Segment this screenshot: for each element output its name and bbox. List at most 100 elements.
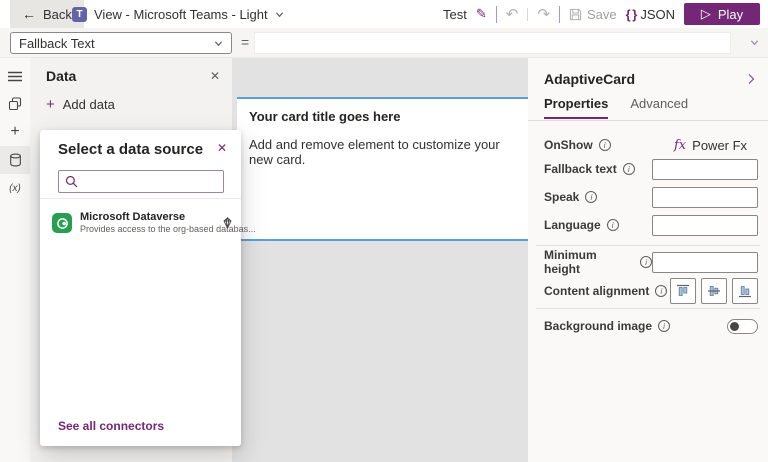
tree-view-button[interactable] (0, 90, 30, 118)
divider (40, 198, 241, 199)
info-icon[interactable]: i (585, 191, 597, 203)
card-title-text: Your card title goes here (249, 109, 516, 124)
chevron-down-icon (214, 39, 223, 48)
minimum-height-label: Minimum height (544, 248, 634, 276)
design-canvas: Your card title goes here Add and remove… (232, 58, 528, 462)
json-button[interactable]: { } JSON (626, 7, 675, 22)
card-body-text: Add and remove element to customize your… (249, 137, 516, 167)
play-icon: ▷ (701, 6, 711, 22)
premium-diamond-icon (222, 217, 233, 229)
top-bar: ← Back T View - Microsoft Teams - Light … (0, 0, 768, 28)
app-title: View - Microsoft Teams - Light (94, 7, 268, 22)
save-label: Save (587, 7, 617, 22)
plus-icon: + (46, 96, 55, 113)
data-panel-title: Data (46, 68, 76, 84)
minimum-height-field[interactable] (652, 252, 758, 273)
property-selector-value: Fallback Text (19, 36, 95, 51)
divider (496, 6, 497, 23)
language-field[interactable] (652, 215, 758, 236)
undo-button[interactable]: ↶ (506, 7, 519, 22)
background-image-label: Background image (544, 319, 652, 333)
formula-bar-expand-chevron-icon[interactable] (750, 38, 759, 47)
data-source-search-box[interactable] (58, 170, 224, 193)
align-top-button[interactable] (670, 278, 696, 304)
menu-button[interactable] (0, 62, 30, 90)
divider (536, 245, 760, 246)
formula-input[interactable] (254, 32, 731, 54)
save-floppy-icon (569, 8, 582, 21)
language-label: Language (544, 218, 601, 232)
search-input[interactable] (83, 175, 217, 189)
braces-icon: { } (626, 7, 637, 22)
topbar-actions: Test ✎ ↶ ↷ Save { } JSON ▷ Play (443, 0, 760, 28)
play-label: Play (718, 7, 743, 22)
data-source-item-dataverse[interactable]: Microsoft Dataverse Provides access to t… (52, 208, 233, 238)
tab-advanced[interactable]: Advanced (630, 96, 688, 119)
info-icon[interactable]: i (658, 320, 670, 332)
variables-icon: (x) (9, 183, 21, 194)
properties-panel-header: AdaptiveCard (544, 71, 756, 87)
align-bottom-icon (738, 284, 752, 298)
play-button[interactable]: ▷ Play (684, 3, 760, 25)
json-label: JSON (640, 7, 675, 22)
formula-bar: Fallback Text = (0, 28, 768, 58)
app-title-dropdown[interactable]: T View - Microsoft Teams - Light (72, 0, 284, 28)
close-icon[interactable]: ✕ (210, 69, 220, 83)
redo-button[interactable]: ↷ (537, 7, 550, 22)
properties-panel: AdaptiveCard Properties Advanced OnShow … (528, 58, 768, 462)
selected-element-title: AdaptiveCard (544, 71, 635, 87)
data-source-name: Microsoft Dataverse (80, 211, 214, 224)
fx-icon: fx (674, 138, 686, 153)
add-data-button[interactable]: + Add data (46, 96, 115, 113)
property-selector-dropdown[interactable]: Fallback Text (10, 32, 232, 54)
popup-title: Select a data source (58, 141, 203, 158)
fallback-text-label: Fallback text (544, 162, 617, 176)
content-alignment-row: Content alignment i (544, 278, 758, 304)
plus-icon: + (10, 123, 19, 141)
save-button[interactable]: Save (569, 7, 617, 22)
equals-sign: = (241, 34, 249, 50)
back-label: Back (43, 7, 72, 22)
info-icon[interactable]: i (640, 256, 652, 268)
background-image-row: Background image i (544, 315, 758, 337)
variables-button[interactable]: (x) (0, 174, 30, 202)
data-button[interactable] (0, 146, 30, 174)
tree-view-icon (8, 97, 22, 111)
edit-pencil-icon[interactable]: ✎ (476, 6, 487, 22)
tab-properties[interactable]: Properties (544, 96, 608, 119)
back-arrow-icon: ← (22, 6, 36, 22)
background-image-toggle[interactable] (727, 319, 758, 334)
insert-button[interactable]: + (0, 118, 30, 146)
properties-tabs: Properties Advanced (544, 96, 688, 119)
speak-field[interactable] (652, 187, 758, 208)
database-icon (9, 153, 22, 167)
info-icon[interactable]: i (623, 163, 635, 175)
fallback-text-row: Fallback text i (544, 158, 758, 180)
toggle-knob (730, 322, 739, 331)
divider (559, 6, 560, 23)
dataverse-icon (52, 213, 72, 233)
speak-label: Speak (544, 190, 579, 204)
data-source-description: Provides access to the org-based databas… (80, 224, 214, 235)
onshow-powerfx-button[interactable]: fx Power Fx (674, 138, 747, 153)
adaptive-card-preview[interactable]: Your card title goes here Add and remove… (237, 97, 528, 241)
divider (536, 308, 760, 309)
chevron-down-icon (275, 10, 284, 19)
onshow-label: OnShow (544, 138, 593, 152)
add-data-label: Add data (63, 97, 115, 112)
align-top-icon (676, 284, 690, 298)
see-all-connectors-link[interactable]: See all connectors (58, 419, 164, 433)
info-icon[interactable]: i (607, 219, 619, 231)
close-icon[interactable]: ✕ (217, 141, 227, 155)
info-icon[interactable]: i (655, 285, 667, 297)
search-icon (65, 175, 78, 188)
fallback-text-field[interactable] (652, 159, 758, 180)
chevron-right-icon[interactable] (746, 73, 756, 85)
powerfx-label: Power Fx (692, 138, 747, 153)
divider (527, 8, 528, 21)
info-icon[interactable]: i (599, 139, 611, 151)
align-middle-button[interactable] (701, 278, 727, 304)
language-row: Language i (544, 214, 758, 236)
divider (528, 120, 768, 121)
align-bottom-button[interactable] (732, 278, 758, 304)
